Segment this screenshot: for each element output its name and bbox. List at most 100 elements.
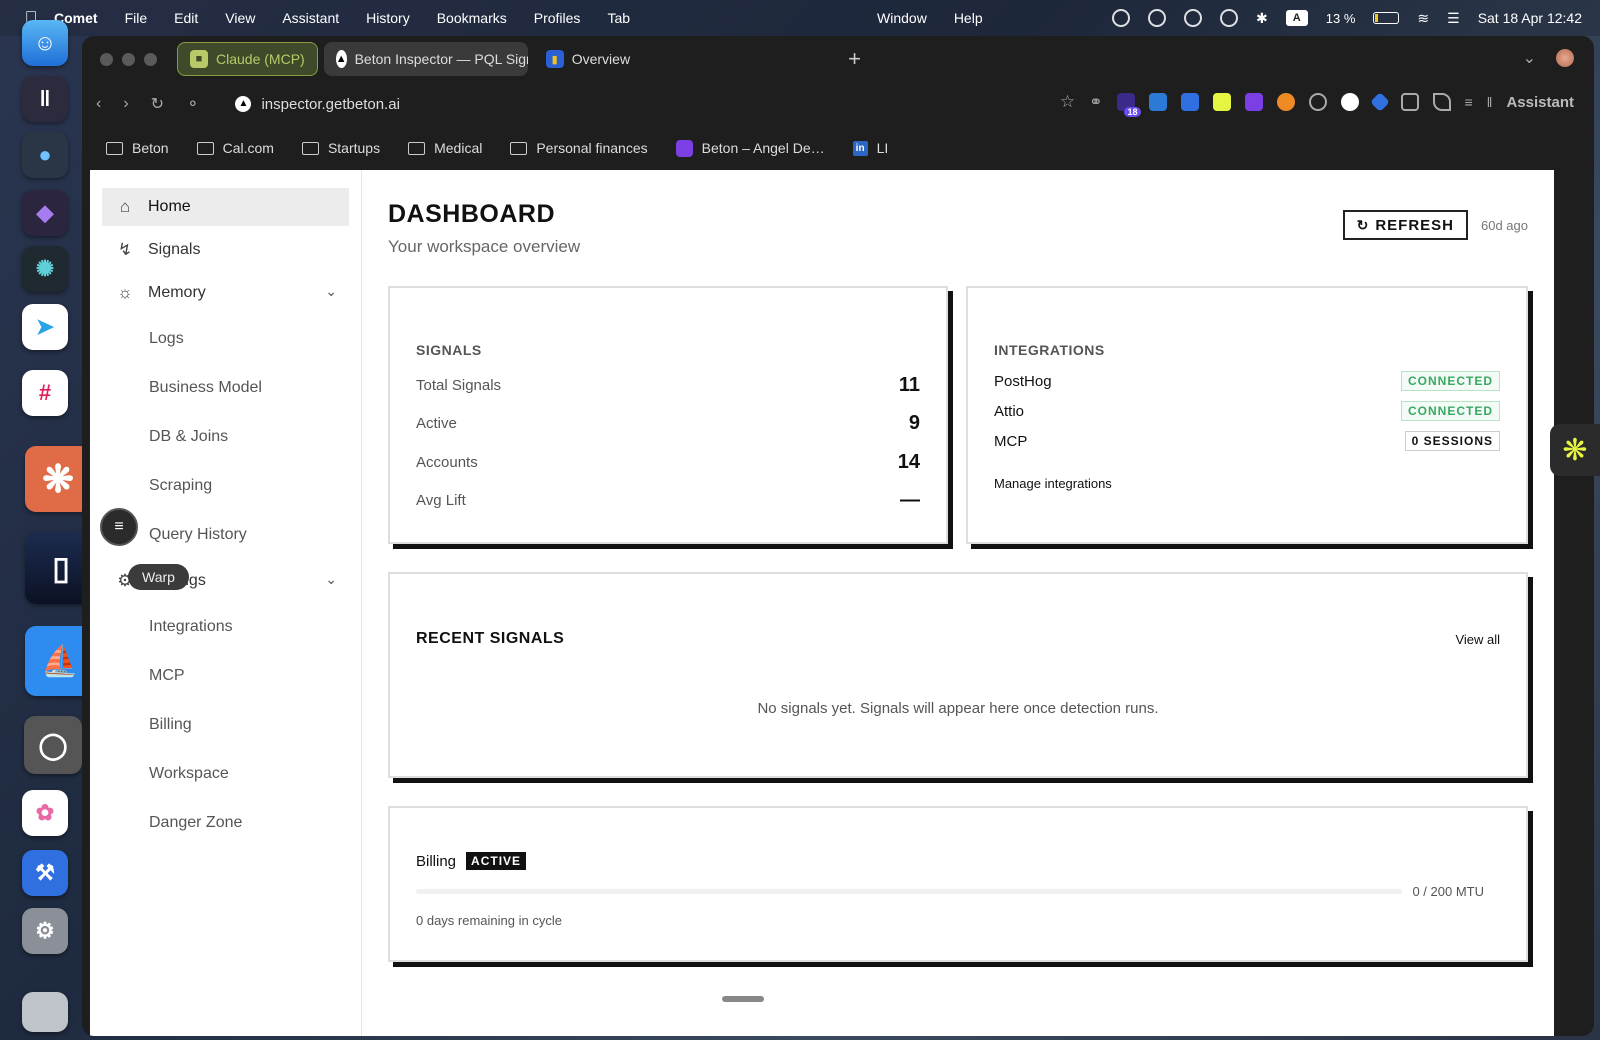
sidebar-item-integrations[interactable]: Integrations	[90, 605, 361, 648]
status-icon[interactable]	[1112, 9, 1131, 27]
copy-link-icon[interactable]: ⚭	[1089, 92, 1102, 112]
bookmark-linkedin[interactable]: in LI	[852, 140, 888, 156]
cloud-icon[interactable]	[1184, 9, 1203, 27]
tab-claude-mcp[interactable]: ■ Claude (MCP)	[177, 42, 318, 76]
site-favicon-icon: ▲	[235, 96, 252, 112]
system-settings-icon[interactable]: ⚙	[22, 908, 68, 954]
integration-row: MCP 0 SESSIONS	[994, 426, 1500, 456]
assistant-widget-icon[interactable]: ❋	[1550, 424, 1600, 476]
sidebar-item-home[interactable]: ⌂ Home	[102, 188, 349, 226]
cloud-extension-icon[interactable]	[1308, 93, 1327, 111]
tab-overview[interactable]: ▮ Overview	[534, 42, 642, 76]
forward-icon[interactable]: ›	[123, 95, 128, 113]
display-icon[interactable]	[1220, 9, 1239, 27]
slack-icon[interactable]: #	[22, 370, 68, 416]
zoom-window-button[interactable]	[144, 52, 157, 66]
sidebar-item-billing[interactable]: Billing	[90, 703, 361, 746]
tab-beton-inspector[interactable]: ▲ Beton Inspector — PQL Sign	[323, 42, 528, 76]
obsidian-icon[interactable]: ◆	[22, 190, 68, 236]
menu-view[interactable]: View	[225, 10, 255, 26]
extension-badge-icon[interactable]: 18	[1116, 93, 1141, 117]
integration-name: MCP	[994, 432, 1028, 450]
menu-lines-icon[interactable]: ≡	[1465, 94, 1473, 110]
instruments-icon[interactable]: ◯	[24, 716, 82, 774]
telegram-icon[interactable]: ➤	[22, 304, 68, 350]
back-icon[interactable]: ‹	[96, 95, 101, 113]
bookmark-medical[interactable]: Medical	[408, 140, 482, 156]
input-source-icon[interactable]: A	[1285, 10, 1308, 26]
menu-help[interactable]: Help	[954, 10, 983, 26]
trash-icon[interactable]	[22, 992, 68, 1032]
card-title: SIGNALS	[416, 342, 482, 358]
tag-extension-icon[interactable]	[1369, 92, 1390, 112]
xcode-icon[interactable]: ⚒	[22, 850, 68, 896]
orange-extension-icon[interactable]	[1276, 93, 1295, 111]
wifi-icon[interactable]: ≋	[1417, 10, 1429, 27]
chevron-down-icon[interactable]: ⌄	[325, 571, 337, 588]
close-window-button[interactable]	[100, 52, 113, 66]
bluetooth-icon[interactable]: ✱	[1256, 10, 1268, 27]
address-bar: ‹ › ↻ ⚬ ▲ inspector.getbeton.ai ☆ ⚭ 18 ≡…	[82, 82, 1594, 126]
sidebar-item-signals[interactable]: ↯ Signals	[102, 231, 349, 269]
menu-assistant[interactable]: Assistant	[282, 10, 339, 26]
finder-icon[interactable]: ☺	[22, 20, 68, 66]
floating-menu-icon[interactable]: ≡	[100, 508, 138, 546]
blue-extension-icon[interactable]	[1180, 93, 1199, 111]
sidebar-item-mcp[interactable]: MCP	[90, 654, 361, 697]
bookmark-beton[interactable]: Beton	[106, 140, 169, 156]
menu-edit[interactable]: Edit	[174, 10, 198, 26]
bookmark-beton-angel[interactable]: Beton – Angel De…	[675, 139, 825, 157]
new-tab-button[interactable]: +	[848, 46, 861, 72]
sidebar-item-workspace[interactable]: Workspace	[90, 752, 361, 795]
bookmark-personal-finances[interactable]: Personal finances	[510, 140, 648, 156]
manage-integrations-link[interactable]: Manage integrations	[994, 476, 1500, 491]
yellow-extension-icon[interactable]	[1212, 93, 1231, 111]
voice-icon[interactable]: ‖	[1487, 94, 1493, 110]
sidebar-item-scraping[interactable]: Scraping	[90, 464, 361, 507]
puzzle-extension-icon[interactable]	[1400, 93, 1419, 111]
dashboard-main: DASHBOARD Your workspace overview ↻ REFR…	[362, 170, 1554, 1036]
sidebar-item-danger-zone[interactable]: Danger Zone	[90, 801, 361, 844]
bookmark-startups[interactable]: Startups	[301, 140, 380, 156]
k-extension-icon[interactable]	[1148, 93, 1167, 111]
stat-value: 9	[908, 412, 920, 435]
bookmark-calcom[interactable]: Cal.com	[196, 140, 274, 156]
purple-extension-icon[interactable]	[1244, 93, 1263, 111]
sidebar-item-db-joins[interactable]: DB & Joins	[90, 415, 361, 458]
bookmark-star-icon[interactable]: ☆	[1060, 92, 1075, 112]
chevron-down-icon[interactable]: ⌄	[325, 283, 337, 300]
reload-icon[interactable]: ↻	[151, 94, 164, 114]
tab-list-chevron-icon[interactable]: ⌄	[1523, 48, 1536, 68]
photos-icon[interactable]: ✿	[22, 790, 68, 836]
microphone-app-icon[interactable]: ●	[22, 132, 68, 178]
refresh-button[interactable]: ↻ REFRESH	[1342, 210, 1468, 240]
sidebar-item-logs[interactable]: Logs	[90, 317, 361, 360]
menu-bookmarks[interactable]: Bookmarks	[437, 10, 507, 26]
menu-file[interactable]: File	[125, 10, 148, 26]
scroll-handle[interactable]	[722, 996, 764, 1002]
cycle-remaining: 0 days remaining in cycle	[416, 913, 562, 928]
menu-clock[interactable]: Sat 18 Apr 12:42	[1478, 10, 1582, 26]
menu-history[interactable]: History	[366, 10, 410, 26]
sidebar-item-memory[interactable]: ☼ Memory ⌄	[102, 274, 349, 312]
beton-extension-icon[interactable]	[1340, 93, 1359, 111]
assistant-button[interactable]: Assistant	[1506, 94, 1574, 111]
focus-icon[interactable]	[1148, 9, 1167, 27]
view-all-link[interactable]: View all	[1455, 632, 1500, 647]
leaf-extension-icon[interactable]	[1432, 93, 1451, 111]
audio-app-icon[interactable]: ‖	[22, 76, 68, 122]
status-badge: ACTIVE	[466, 852, 527, 870]
control-center-icon[interactable]: ☰	[1447, 10, 1460, 27]
bookmark-label: Beton – Angel De…	[701, 140, 825, 156]
url-field[interactable]: inspector.getbeton.ai	[261, 96, 399, 113]
menu-window[interactable]: Window	[877, 10, 927, 26]
battery-icon[interactable]	[1373, 12, 1400, 24]
menu-tab[interactable]: Tab	[607, 10, 630, 26]
profile-avatar[interactable]	[1556, 49, 1574, 67]
menu-profiles[interactable]: Profiles	[534, 10, 581, 26]
minimize-window-button[interactable]	[122, 52, 135, 66]
dock: ☺ ‖ ● ◆ ✺ ➤ # ❋ ▯ ⛵ ◯ ✿ ⚒ ⚙	[0, 0, 97, 1040]
microphone-icon[interactable]: ⚬	[186, 94, 199, 114]
comet-app-icon[interactable]: ✺	[22, 246, 68, 292]
sidebar-item-business-model[interactable]: Business Model	[90, 366, 361, 409]
